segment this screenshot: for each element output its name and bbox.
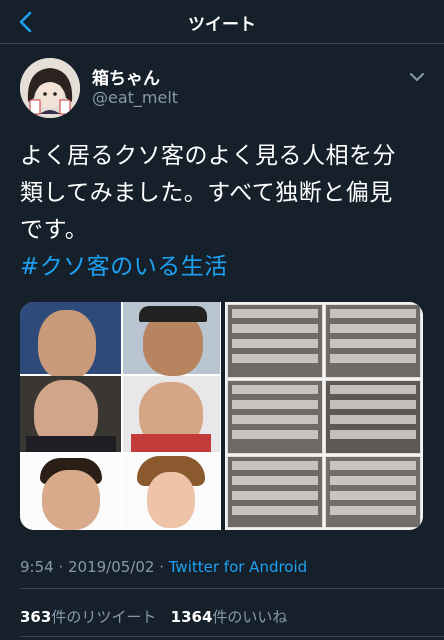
likes-count: 1364 <box>170 608 213 626</box>
tweet-timestamp: 9:54 · 2019/05/02 · <box>20 558 169 576</box>
engagement-stats: 363件のリツイート 1364件のいいね <box>20 606 287 627</box>
display-name[interactable]: 箱ちゃん <box>92 64 160 89</box>
tweet-meta: 9:54 · 2019/05/02 · Twitter for Android <box>20 558 307 576</box>
retweets-label: 件のリツイート <box>51 608 157 626</box>
blurred-text-image <box>225 302 423 530</box>
user-handle[interactable]: @eat_melt <box>92 88 178 107</box>
hashtag-link[interactable]: #クソ客のいる生活 <box>20 249 430 286</box>
avatar-illustration <box>20 58 80 118</box>
tweet-line: よく居るクソ客のよく見る人相を分 <box>20 143 396 169</box>
avatar[interactable] <box>20 58 80 118</box>
top-bar: ツイート <box>0 0 444 44</box>
media-grid[interactable] <box>20 302 423 530</box>
retweets-count: 363 <box>20 608 52 626</box>
more-options-button[interactable] <box>406 66 428 88</box>
portrait-photo <box>20 376 121 452</box>
tweet-text: よく居るクソ客のよく見る人相を分 類してみました。すべて独断と偏見 です。 #ク… <box>20 138 430 286</box>
portrait-photo <box>123 302 220 376</box>
divider <box>20 636 444 637</box>
retweets-stat[interactable]: 363件のリツイート <box>20 608 156 626</box>
chevron-down-icon <box>410 73 424 82</box>
divider <box>20 588 444 589</box>
portrait-photo <box>20 302 121 380</box>
tweet-source-link[interactable]: Twitter for Android <box>169 558 307 576</box>
tweet-line: 類してみました。すべて独断と偏見 <box>20 180 393 206</box>
likes-label: 件のいいね <box>212 608 288 626</box>
page-title: ツイート <box>188 15 256 35</box>
portrait-photo <box>123 454 220 530</box>
portrait-photo <box>20 454 121 530</box>
portrait-photo <box>123 376 220 452</box>
likes-stat[interactable]: 1364件のいいね <box>171 608 288 626</box>
tweet-line: です。 <box>20 217 89 243</box>
